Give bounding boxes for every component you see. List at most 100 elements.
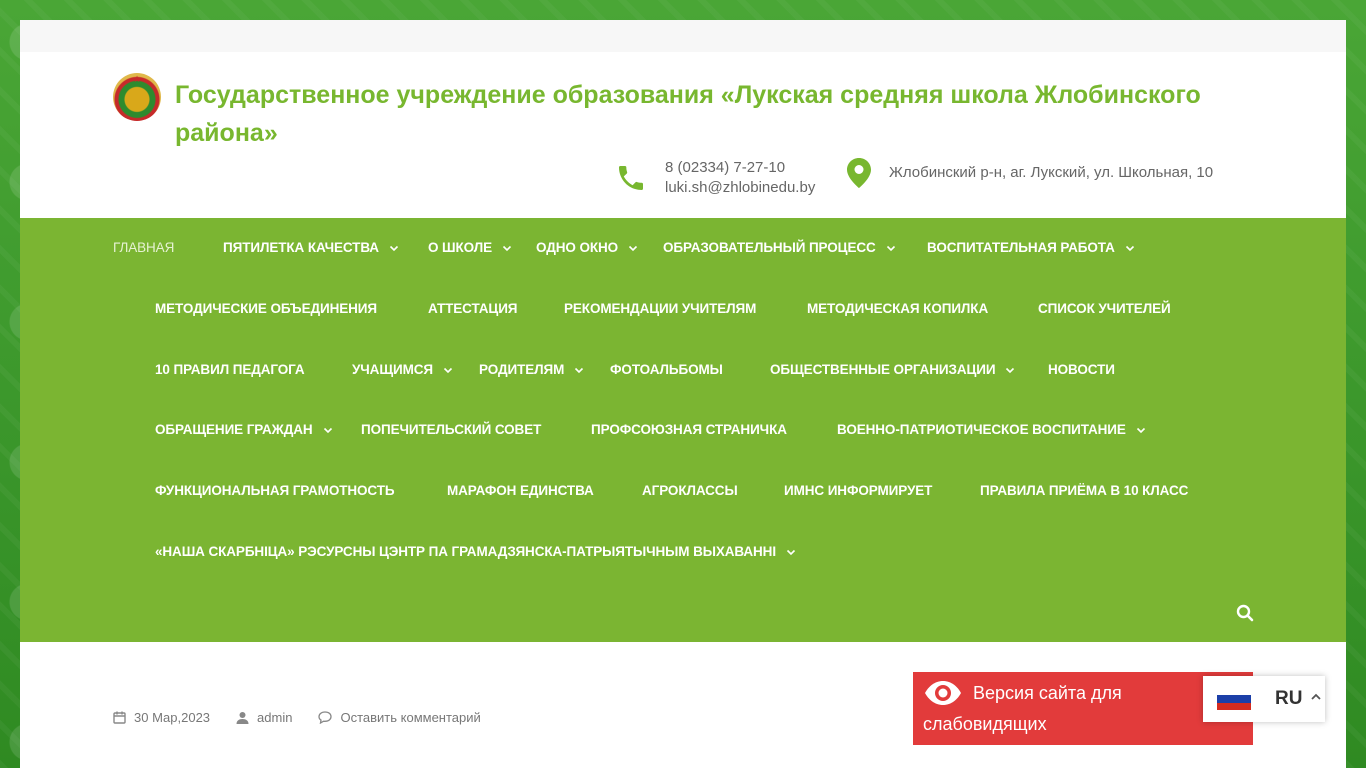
nav-item-label: Одно окно xyxy=(536,240,619,255)
user-icon xyxy=(236,712,249,724)
nav-item-methodical-bank[interactable]: Методическая копилка xyxy=(807,301,988,316)
low-vision-version-button[interactable]: Версия сайта для слабовидящих xyxy=(913,672,1253,745)
nav-item-label: Список учителей xyxy=(1038,301,1171,316)
nav-item-educational-process[interactable]: Образовательный процесс xyxy=(663,240,896,255)
contact-phone-block: 8 (02334) 7-27-10 luki.sh@zhlobinedu.by xyxy=(615,158,815,198)
nav-item-functional-literacy[interactable]: Функциональная грамотность xyxy=(155,483,395,498)
content-area: 30 Мар,2023 admin Оставить комментарий В… xyxy=(20,642,1346,768)
chevron-down-icon xyxy=(389,243,399,253)
nav-item-label: 10 правил педагога xyxy=(155,362,305,377)
chevron-up-icon xyxy=(1310,690,1322,708)
star-icon: ★ xyxy=(133,74,142,84)
nav-item-label: Обращение граждан xyxy=(155,422,313,437)
site-title[interactable]: Государственное учреждение образования «… xyxy=(175,76,1235,152)
nav-item-upbringing-work[interactable]: Воспитательная работа xyxy=(927,240,1135,255)
nav-item-label: Марафон единства xyxy=(447,483,594,498)
nav-item-attestation[interactable]: Аттестация xyxy=(428,301,518,316)
nav-item-label: «Наша скарбніца» рэсурсны цэнтр па грама… xyxy=(155,544,776,559)
nav-item-label: Новости xyxy=(1048,362,1115,377)
nav-item-military-patriotic[interactable]: Военно-патриотическое воспитание xyxy=(837,422,1146,437)
eye-icon xyxy=(925,681,961,705)
chevron-down-icon xyxy=(886,243,896,253)
map-marker-icon xyxy=(847,158,871,188)
chevron-down-icon xyxy=(323,425,333,435)
nav-item-label: Образовательный процесс xyxy=(663,240,876,255)
phone-icon xyxy=(615,162,647,194)
nav-item-label: Правила приёма в 10 класс xyxy=(980,483,1189,498)
nav-item-board-of-trustees[interactable]: Попечительский совет xyxy=(361,422,541,437)
post-date: 30 Мар,2023 xyxy=(113,710,210,725)
nav-item-about-school[interactable]: О школе xyxy=(428,240,512,255)
chevron-down-icon xyxy=(1125,243,1135,253)
nav-item-teacher-recommendations[interactable]: Рекомендации учителям xyxy=(564,301,756,316)
post-author: admin xyxy=(236,710,292,725)
chevron-down-icon xyxy=(443,365,453,375)
post-comments: Оставить комментарий xyxy=(318,710,481,725)
nav-item-resource-center[interactable]: «Наша скарбніца» рэсурсны цэнтр па грама… xyxy=(155,544,796,559)
nav-item-label: Профсоюзная страничка xyxy=(591,422,787,437)
low-vision-label-line1: Версия сайта для xyxy=(973,682,1122,703)
contact-address-block: Жлобинский р-н, аг. Лукский, ул. Школьна… xyxy=(847,158,1213,188)
nav-item-students[interactable]: Учащимся xyxy=(352,362,453,377)
nav-item-label: ИМНС информирует xyxy=(784,483,933,498)
nav-item-label: Воспитательная работа xyxy=(927,240,1115,255)
nav-item-parents[interactable]: Родителям xyxy=(479,362,584,377)
nav-item-methodical-associations[interactable]: Методические объединения xyxy=(155,301,377,316)
nav-item-admission-rules[interactable]: Правила приёма в 10 класс xyxy=(980,483,1188,498)
chevron-down-icon xyxy=(1005,365,1015,375)
nav-item-label: Родителям xyxy=(479,362,565,377)
nav-item-label: О школе xyxy=(428,240,492,255)
nav-item-quality-five-year[interactable]: Пятилетка качества xyxy=(223,240,399,255)
calendar-icon xyxy=(113,711,126,724)
main-navigation: Главная Пятилетка качества О школе Одно … xyxy=(20,218,1346,642)
nav-item-10-rules[interactable]: 10 правил педагога xyxy=(155,362,305,377)
nav-item-label: Рекомендации учителям xyxy=(564,301,757,316)
nav-item-photo-albums[interactable]: Фотоальбомы xyxy=(610,362,723,377)
nav-item-label: Агроклассы xyxy=(642,483,738,498)
post-meta: 30 Мар,2023 admin Оставить комментарий xyxy=(113,710,507,725)
language-switcher[interactable]: RU xyxy=(1203,676,1325,722)
phone-number: 8 (02334) 7-27-10 xyxy=(665,159,786,176)
chevron-down-icon xyxy=(1136,425,1146,435)
post-date-text[interactable]: 30 Мар,2023 xyxy=(134,710,210,725)
site-header: ★ Государственное учреждение образования… xyxy=(20,52,1346,218)
post-author-link[interactable]: admin xyxy=(257,710,292,725)
low-vision-label-line2: слабовидящих xyxy=(923,714,1047,734)
nav-item-citizen-appeals[interactable]: Обращение граждан xyxy=(155,422,333,437)
nav-item-label: Аттестация xyxy=(428,301,518,316)
nav-item-label: Попечительский совет xyxy=(361,422,542,437)
nav-item-label: Фотоальбомы xyxy=(610,362,723,377)
nav-item-one-window[interactable]: Одно окно xyxy=(536,240,638,255)
nav-item-tax-inspection-info[interactable]: ИМНС информирует xyxy=(784,483,932,498)
nav-item-label: Главная xyxy=(113,240,175,255)
language-code: RU xyxy=(1275,688,1303,709)
nav-item-label: Методическая копилка xyxy=(807,301,989,316)
nav-item-trade-union-page[interactable]: Профсоюзная страничка xyxy=(591,422,787,437)
nav-item-unity-marathon[interactable]: Марафон единства xyxy=(447,483,594,498)
nav-item-label: Общественные организации xyxy=(770,362,996,377)
chevron-down-icon xyxy=(628,243,638,253)
search-icon xyxy=(1236,604,1254,622)
email-link[interactable]: luki.sh@zhlobinedu.by xyxy=(665,178,815,198)
search-button[interactable] xyxy=(1236,604,1254,627)
chevron-down-icon xyxy=(574,365,584,375)
comment-icon xyxy=(318,711,333,724)
nav-item-label: Военно-патриотическое воспитание xyxy=(837,422,1126,437)
nav-item-label: Функциональная грамотность xyxy=(155,483,395,498)
chevron-down-icon xyxy=(502,243,512,253)
russia-flag-icon xyxy=(1217,688,1251,710)
chevron-down-icon xyxy=(786,547,796,557)
nav-item-teacher-list[interactable]: Список учителей xyxy=(1038,301,1171,316)
leave-comment-link[interactable]: Оставить комментарий xyxy=(340,710,480,725)
nav-item-agro-classes[interactable]: Агроклассы xyxy=(642,483,738,498)
page-container: ★ Государственное учреждение образования… xyxy=(20,20,1346,768)
coat-of-arms-logo[interactable]: ★ xyxy=(113,73,161,121)
nav-item-label: Учащимся xyxy=(352,362,433,377)
nav-item-label: Методические объединения xyxy=(155,301,378,316)
top-bar xyxy=(20,20,1346,52)
nav-item-public-organizations[interactable]: Общественные организации xyxy=(770,362,1015,377)
address-text: Жлобинский р-н, аг. Лукский, ул. Школьна… xyxy=(889,164,1214,181)
nav-item-home[interactable]: Главная xyxy=(113,240,174,255)
nav-item-news[interactable]: Новости xyxy=(1048,362,1115,377)
nav-item-label: Пятилетка качества xyxy=(223,240,379,255)
